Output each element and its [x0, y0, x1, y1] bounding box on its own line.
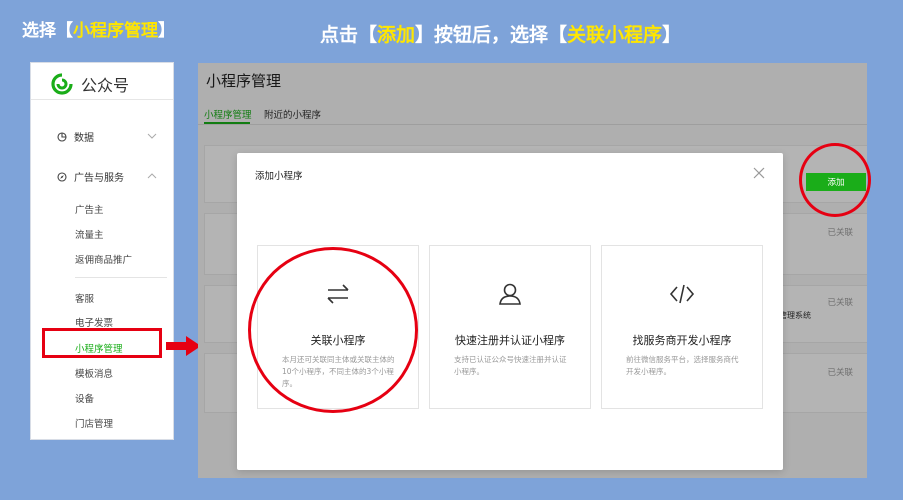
sidebar-item-devices[interactable]: 设备	[75, 391, 94, 405]
sidebar-item-e-invoice[interactable]: 电子发票	[75, 315, 113, 329]
option-description: 前往微信服务平台，选择服务商代开发小程序。	[626, 355, 739, 376]
option-description: 支持已认证公众号快速注册并认证小程序。	[454, 355, 567, 376]
logo-text: 公众号	[81, 76, 130, 95]
left-caption-highlight: 小程序管理	[73, 21, 158, 41]
sidebar: 公众号 数据 广告与服务 广告主 流量主 返佣商品推广 客服 电子发票 小程序管…	[30, 62, 174, 440]
compass-icon	[57, 171, 67, 182]
sidebar-group-label: 广告与服务	[74, 173, 124, 184]
divider	[75, 277, 167, 278]
top-caption-highlight-associate: 关联小程序	[567, 24, 663, 46]
close-icon[interactable]	[751, 165, 767, 181]
pie-chart-icon	[57, 131, 67, 142]
arrow-right-icon	[166, 336, 201, 356]
dialog-title: 添加小程序	[255, 171, 303, 182]
sidebar-group-label: 数据	[74, 133, 94, 144]
top-caption-prefix: 点击【	[320, 24, 378, 46]
sidebar-item-traffic-owner[interactable]: 流量主	[75, 227, 104, 241]
option-title: 找服务商开发小程序	[632, 334, 732, 347]
sidebar-item-advertiser[interactable]: 广告主	[75, 202, 104, 216]
wechat-logo-icon	[51, 73, 73, 95]
top-caption-highlight-add: 添加	[377, 24, 416, 46]
chevron-down-icon[interactable]	[147, 131, 157, 141]
option-title: 快速注册并认证小程序	[455, 334, 565, 347]
divider	[31, 99, 173, 100]
left-caption-prefix: 选择【	[22, 21, 73, 41]
top-caption: 点击【添加】按钮后，选择【关联小程序】	[320, 20, 681, 47]
sidebar-item-commission-promo[interactable]: 返佣商品推广	[75, 252, 132, 266]
chevron-up-icon[interactable]	[147, 171, 157, 181]
sidebar-group-ads-services[interactable]: 广告与服务	[57, 169, 124, 184]
user-icon	[499, 283, 521, 305]
sidebar-group-data[interactable]: 数据	[57, 129, 94, 144]
option-quick-register[interactable]: 快速注册并认证小程序 支持已认证公众号快速注册并认证小程序。	[429, 245, 591, 409]
sidebar-item-store-management[interactable]: 门店管理	[75, 416, 113, 430]
logo[interactable]: 公众号	[51, 69, 129, 99]
highlight-box	[42, 328, 162, 358]
top-caption-middle: 】按钮后，选择【	[415, 24, 568, 46]
left-caption: 选择【小程序管理】	[22, 16, 175, 41]
option-find-service-provider[interactable]: 找服务商开发小程序 前往微信服务平台，选择服务商代开发小程序。	[601, 245, 763, 409]
left-caption-suffix: 】	[158, 21, 175, 41]
sidebar-item-customer-service[interactable]: 客服	[75, 291, 94, 305]
top-caption-suffix: 】	[662, 24, 682, 46]
sidebar-item-template-message[interactable]: 模板消息	[75, 366, 113, 380]
code-icon	[669, 284, 695, 304]
highlight-circle	[799, 143, 871, 217]
highlight-circle	[248, 247, 418, 413]
list-item-text: 管理系统	[779, 311, 811, 320]
